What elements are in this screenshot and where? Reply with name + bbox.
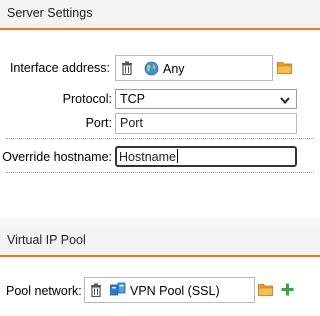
override-hostname-input[interactable]: Hostname: [115, 146, 297, 167]
chevron-down-icon: [280, 97, 290, 105]
network-pool-icon: [110, 282, 126, 296]
interface-address-value: Any: [163, 62, 185, 76]
protocol-select[interactable]: TCP: [115, 89, 297, 109]
virtual-ip-pool-body: Pool network: VPN Pool (SSL): [0, 257, 320, 316]
folder-icon[interactable]: [258, 283, 274, 296]
separator: [6, 172, 314, 173]
pool-network-field[interactable]: VPN Pool (SSL): [84, 277, 255, 303]
protocol-label: Protocol:: [62, 92, 112, 106]
pool-network-value: VPN Pool (SSL): [130, 284, 220, 298]
protocol-value: TCP: [120, 92, 145, 106]
port-input[interactable]: Port: [115, 113, 297, 134]
virtual-ip-pool-header: Virtual IP Pool: [0, 227, 320, 257]
server-settings-header: Server Settings: [0, 0, 320, 30]
plus-icon[interactable]: [281, 283, 294, 296]
section-gap: [0, 218, 320, 227]
globe-icon: [144, 61, 159, 76]
separator: [6, 138, 314, 139]
override-hostname-placeholder: Hostname: [119, 150, 176, 164]
folder-icon[interactable]: [277, 61, 293, 74]
interface-address-label: Interface address:: [9, 61, 110, 75]
port-label: Port:: [85, 116, 112, 130]
override-hostname-label: Override hostname:: [2, 150, 112, 164]
server-settings-body: Interface address: Any Protocol: TCP Por…: [0, 30, 320, 218]
pool-network-label: Pool network:: [6, 284, 82, 298]
interface-address-field[interactable]: Any: [115, 55, 273, 81]
server-settings-title: Server Settings: [7, 6, 93, 20]
trash-icon[interactable]: [90, 283, 102, 297]
port-placeholder: Port: [120, 116, 143, 130]
trash-icon[interactable]: [121, 61, 133, 75]
text-cursor: [176, 149, 178, 163]
virtual-ip-pool-title: Virtual IP Pool: [7, 233, 86, 247]
